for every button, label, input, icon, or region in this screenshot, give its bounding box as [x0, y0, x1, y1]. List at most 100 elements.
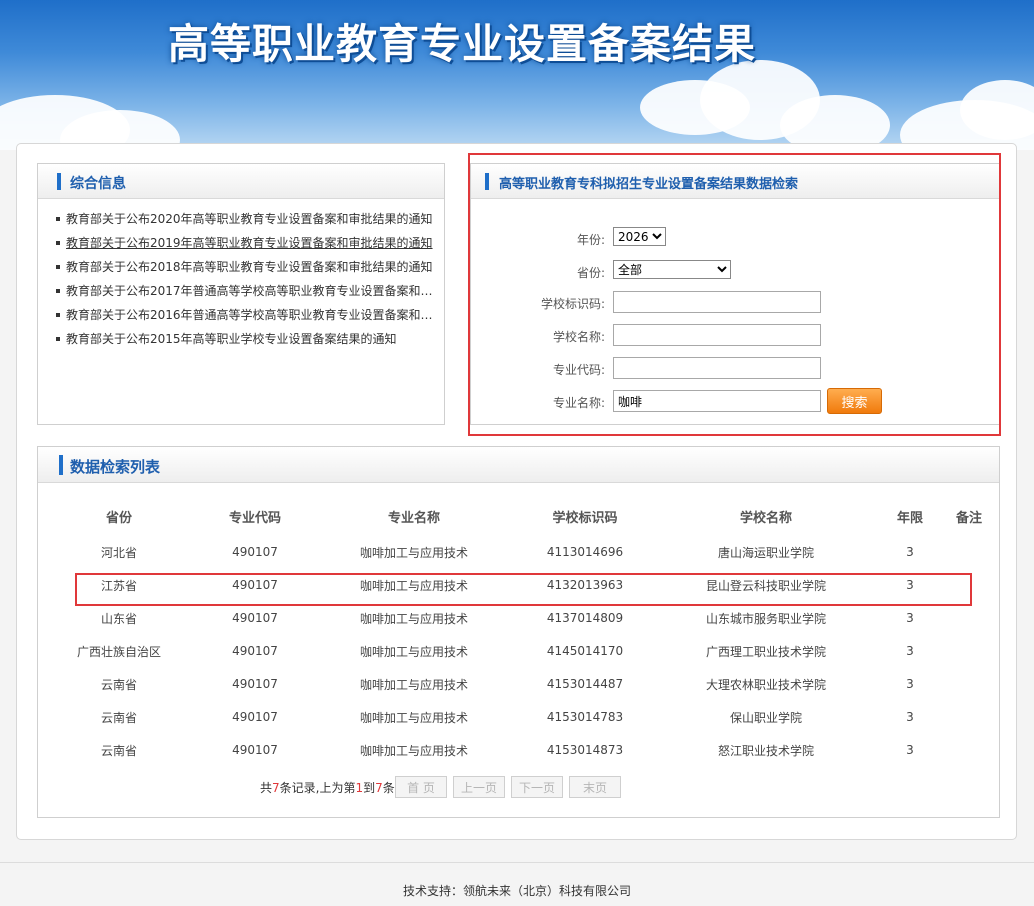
table-row: 云南省 490107 咖啡加工与应用技术 4153014487 大理农林职业技术学院 3: [36, 673, 1000, 706]
major-name-row: 专业名称: 搜索: [471, 388, 1001, 414]
pager-mid1: 条记录,上为第: [279, 781, 356, 795]
cell-school-name: 昆山登云科技职业学院: [705, 579, 826, 593]
cell-school-name: 大理农林职业技术学院: [705, 678, 826, 692]
school-code-row: 学校标识码:: [471, 291, 1001, 315]
search-panel-title: 高等职业教育专科拟招生专业设置备案结果数据检索: [499, 177, 799, 192]
cell-major-code: 490107: [232, 545, 278, 559]
school-name-input[interactable]: [613, 324, 821, 346]
cell-notes: [944, 739, 994, 772]
cell-province: 山东省: [100, 612, 137, 626]
cell-school-name: 广西理工职业技术学院: [705, 645, 826, 659]
cell-school-name: 唐山海运职业学院: [717, 546, 814, 560]
cell-years: 3: [906, 611, 914, 625]
notice-link[interactable]: 教育部关于公布2019年高等职业教育专业设置备案和审批结果的通知: [66, 236, 433, 250]
cell-school-name: 山东城市服务职业学院: [705, 612, 826, 626]
pager-mid2: 到: [363, 781, 376, 795]
bullet-icon: [56, 288, 60, 293]
school-name-label: 学校名称:: [552, 330, 605, 344]
pager-total: 7: [272, 781, 280, 795]
cell-school-code: 4137014809: [546, 611, 624, 625]
col-header-major-name: 专业名称: [387, 511, 440, 526]
pager-prefix: 共: [260, 781, 273, 795]
cell-province: 云南省: [100, 711, 137, 725]
year-row: 年份: 2026: [471, 227, 1001, 251]
table-row: 广西壮族自治区 490107 咖啡加工与应用技术 4145014170 广西理工职业技术…: [36, 640, 1000, 673]
cell-province: 云南省: [100, 678, 137, 692]
major-name-input[interactable]: [613, 390, 821, 412]
major-name-label: 专业名称:: [552, 396, 605, 410]
major-code-label: 专业代码:: [552, 363, 605, 377]
cell-major-code: 490107: [232, 710, 278, 724]
col-header-province: 省份: [105, 511, 132, 526]
notice-link[interactable]: 教育部关于公布2018年高等职业教育专业设置备案和审批结果的通知: [66, 260, 433, 274]
cell-province: 江苏省: [100, 579, 137, 593]
cell-major-code: 490107: [232, 677, 278, 691]
search-panel: 高等职业教育专科拟招生专业设置备案结果数据检索 年份: 2026 省份: 全部 …: [470, 163, 1000, 425]
pager-from: 1: [355, 781, 364, 795]
notice-item: 教育部关于公布2019年高等职业教育专业设置备案和审批结果的通知: [56, 231, 438, 255]
notice-list: 教育部关于公布2020年高等职业教育专业设置备案和审批结果的通知 教育部关于公布…: [38, 199, 444, 351]
cell-school-code: 4153014783: [546, 710, 624, 724]
cell-major-code: 490107: [232, 611, 278, 625]
province-select[interactable]: 全部: [613, 260, 731, 279]
cell-school-code: 4145014170: [546, 644, 624, 658]
cell-school-code: 4153014873: [546, 743, 624, 757]
results-panel-title: 数据检索列表: [70, 458, 161, 476]
table-row: 江苏省 490107 咖啡加工与应用技术 4132013963 昆山登云科技职业学院 3: [36, 574, 1000, 607]
notice-item: 教育部关于公布2016年普通高等学校高等职业教育专业设置备案和审批结果的通知: [56, 303, 438, 327]
cell-major-name: 咖啡加工与应用技术: [359, 579, 468, 593]
cell-major-code: 490107: [232, 644, 278, 658]
cell-province: 云南省: [100, 744, 137, 758]
col-header-major-code: 专业代码: [228, 511, 281, 526]
cell-school-name: 怒江职业技术学院: [717, 744, 814, 758]
bullet-icon: [56, 240, 60, 245]
col-header-school-code: 学校标识码: [552, 511, 618, 526]
page-title: 高等职业教育专业设置备案结果: [168, 20, 756, 68]
cell-school-name: 保山职业学院: [729, 711, 802, 725]
province-row: 省份: 全部: [471, 260, 1001, 284]
cell-notes: [944, 673, 994, 706]
table-row: 云南省 490107 咖啡加工与应用技术 4153014783 保山职业学院 3: [36, 706, 1000, 739]
notice-link[interactable]: 教育部关于公布2020年高等职业教育专业设置备案和审批结果的通知: [66, 212, 433, 226]
cell-major-name: 咖啡加工与应用技术: [359, 744, 468, 758]
cell-major-name: 咖啡加工与应用技术: [359, 678, 468, 692]
major-code-input[interactable]: [613, 357, 821, 379]
school-code-input[interactable]: [613, 291, 821, 313]
title-bar-accent: [59, 455, 63, 475]
notice-link[interactable]: 教育部关于公布2016年普通高等学校高等职业教育专业设置备案和审批结果的通知: [66, 308, 438, 322]
cell-years: 3: [906, 677, 914, 691]
cell-notes: [944, 541, 994, 574]
first-page-button[interactable]: 首 页: [395, 776, 447, 798]
year-select[interactable]: 2026: [613, 227, 666, 246]
search-button[interactable]: 搜索: [827, 388, 882, 414]
cell-major-name: 咖啡加工与应用技术: [359, 546, 468, 560]
last-page-button[interactable]: 末页: [569, 776, 621, 798]
cell-major-name: 咖啡加工与应用技术: [359, 612, 468, 626]
col-header-years: 年限: [896, 511, 923, 526]
bullet-icon: [56, 336, 60, 341]
pagination-summary: 共7条记录,上为第1到7条: [260, 779, 395, 796]
notice-item: 教育部关于公布2017年普通高等学校高等职业教育专业设置备案和审批结果的通知: [56, 279, 438, 303]
prev-page-button[interactable]: 上一页: [453, 776, 505, 798]
cell-major-code: 490107: [232, 578, 278, 592]
table-row: 云南省 490107 咖啡加工与应用技术 4153014873 怒江职业技术学院 3: [36, 739, 1000, 772]
notice-link[interactable]: 教育部关于公布2017年普通高等学校高等职业教育专业设置备案和审批结果的通知: [66, 284, 438, 298]
cell-notes: [944, 706, 994, 739]
footer-divider: [0, 862, 1034, 863]
province-label: 省份:: [576, 266, 605, 280]
notice-link[interactable]: 教育部关于公布2015年高等职业学校专业设置备案结果的通知: [66, 332, 397, 346]
header-banner: 高等职业教育专业设置备案结果: [0, 0, 1034, 150]
cell-school-code: 4132013963: [546, 578, 624, 592]
cell-years: 3: [906, 578, 914, 592]
notice-item: 教育部关于公布2020年高等职业教育专业设置备案和审批结果的通知: [56, 207, 438, 231]
bullet-icon: [56, 312, 60, 317]
next-page-button[interactable]: 下一页: [511, 776, 563, 798]
school-code-label: 学校标识码:: [540, 297, 605, 311]
major-code-row: 专业代码:: [471, 357, 1001, 381]
pager-to: 7: [375, 781, 383, 795]
cell-years: 3: [906, 644, 914, 658]
info-panel: 综合信息 教育部关于公布2020年高等职业教育专业设置备案和审批结果的通知 教育…: [37, 163, 445, 425]
table-row: 河北省 490107 咖啡加工与应用技术 4113014696 唐山海运职业学院 3: [36, 541, 1000, 574]
cell-notes: [944, 640, 994, 673]
results-panel-header: 数据检索列表: [38, 447, 999, 483]
